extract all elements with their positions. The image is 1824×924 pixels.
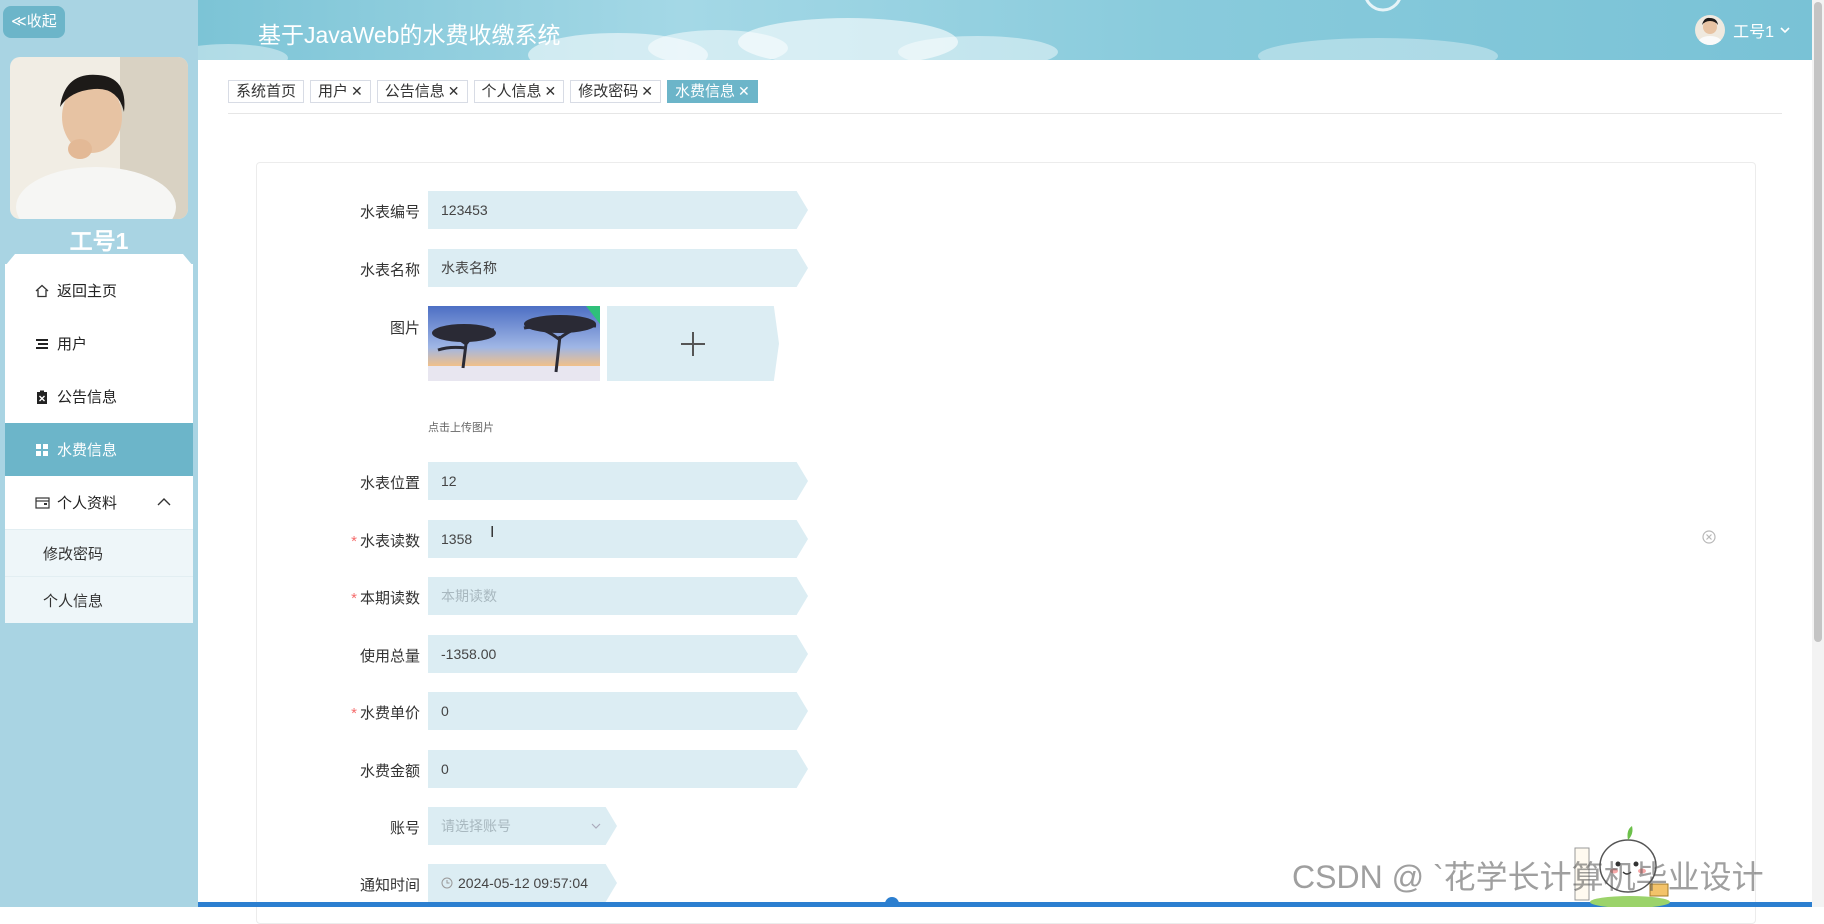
close-icon[interactable]: ✕ (641, 83, 653, 99)
sidebar-item-label: 水费信息 (57, 442, 118, 459)
tabs-divider (228, 113, 1782, 114)
clock-icon (441, 877, 453, 889)
wallet-icon (35, 496, 57, 510)
menu-cap-decoration (5, 254, 193, 266)
chevron-down-icon (1780, 26, 1790, 34)
header-avatar (1695, 15, 1726, 45)
plus-icon (681, 331, 705, 356)
tab-announcements[interactable]: 公告信息 ✕ (376, 80, 468, 103)
meter-name-input[interactable]: 水表名称 (428, 249, 808, 287)
vertical-scrollbar-thumb[interactable] (1814, 2, 1822, 642)
meter-location-label: 水表位置 (359, 475, 420, 492)
notify-time-value: 2024-05-12 09:57:04 (458, 875, 588, 891)
meter-no-label: 水表编号 (359, 204, 420, 221)
tab-home[interactable]: 系统首页 (228, 80, 305, 103)
tab-users[interactable]: 用户 ✕ (310, 80, 371, 103)
home-icon (35, 284, 57, 298)
user-avatar (10, 57, 188, 219)
close-icon[interactable]: ✕ (448, 83, 460, 99)
notify-time-label: 通知时间 (359, 877, 420, 894)
top-header: 基于JavaWeb的水费收缴系统 工号1 (198, 0, 1812, 60)
chevron-down-icon (591, 823, 601, 830)
close-icon[interactable]: ✕ (738, 83, 750, 99)
sidebar-item-water-fee[interactable]: 水费信息 (5, 423, 193, 476)
header-user-menu[interactable]: 工号1 (1695, 15, 1790, 45)
tab-label: 个人信息 (481, 83, 542, 100)
sidebar-subitem-personal-info[interactable]: 个人信息 (5, 576, 193, 623)
close-icon[interactable]: ✕ (545, 83, 557, 99)
total-usage-input[interactable]: -1358.00 (428, 635, 808, 673)
sidebar-item-label: 用户 (57, 336, 88, 353)
tab-label: 公告信息 (384, 83, 445, 100)
sidebar-item-announcements[interactable]: 公告信息 (5, 370, 193, 423)
list-icon (35, 337, 57, 351)
sidebar: ≪收起 工号1 返回主页 用户 公告信息 水费信息 个人资料 修改密码 个人信息 (0, 0, 198, 907)
meter-reading-input[interactable]: 1358 (428, 520, 808, 558)
text-cursor-icon: I (490, 524, 495, 541)
upload-image-button[interactable] (607, 306, 779, 381)
account-label: 账号 (389, 820, 420, 837)
current-reading-input[interactable]: 本期读数 (428, 577, 808, 615)
tab-change-password[interactable]: 修改密码 ✕ (570, 80, 662, 103)
total-usage-label: 使用总量 (359, 648, 420, 665)
sidebar-item-home[interactable]: 返回主页 (5, 264, 193, 317)
sidebar-subitem-change-password[interactable]: 修改密码 (5, 529, 193, 576)
app-title: 基于JavaWeb的水费收缴系统 (258, 22, 561, 48)
unit-price-input[interactable]: 0 (428, 692, 808, 730)
clear-icon[interactable] (1702, 530, 1716, 544)
notify-time-picker[interactable]: 2024-05-12 09:57:04 (428, 864, 617, 902)
scroll-handle[interactable] (884, 896, 900, 907)
collapse-sidebar-button[interactable]: ≪收起 (3, 6, 65, 38)
tab-label: 系统首页 (236, 83, 297, 100)
header-user-label: 工号1 (1733, 24, 1774, 41)
uploaded-image-thumbnail[interactable] (428, 306, 600, 381)
amount-label: 水费金额 (359, 763, 420, 780)
chevron-up-icon (157, 494, 171, 511)
sidebar-item-profile[interactable]: 个人资料 (5, 476, 193, 529)
image-label: 图片 (389, 320, 420, 337)
amount-input[interactable]: 0 (428, 750, 808, 788)
tabs-bar: 系统首页 用户 ✕ 公告信息 ✕ 个人信息 ✕ 修改密码 ✕ 水费信息 ✕ (228, 80, 758, 103)
current-reading-label: * 本期读数 (351, 590, 420, 607)
tab-label: 用户 (318, 83, 349, 100)
tab-personal-info[interactable]: 个人信息 ✕ (473, 80, 565, 103)
tab-label: 修改密码 (578, 83, 639, 100)
sidebar-item-label: 个人资料 (57, 495, 118, 512)
grid-icon (35, 443, 57, 457)
tab-water-fee[interactable]: 水费信息 ✕ (667, 80, 758, 103)
csdn-watermark: CSDN @ `花学长计算机毕业设计 (1292, 859, 1764, 895)
unit-price-label: * 水费单价 (351, 705, 420, 722)
tab-label: 水费信息 (675, 83, 736, 100)
clipboard-icon (35, 390, 57, 404)
account-select-placeholder: 请选择账号 (441, 818, 511, 834)
sidebar-item-label: 返回主页 (57, 283, 118, 300)
sidebar-menu: 返回主页 用户 公告信息 水费信息 个人资料 修改密码 个人信息 (5, 254, 193, 623)
account-select[interactable]: 请选择账号 (428, 807, 617, 845)
meter-reading-label: * 水表读数 (351, 533, 420, 550)
sidebar-item-users[interactable]: 用户 (5, 317, 193, 370)
sidebar-user-name: 工号1 (69, 228, 129, 254)
close-icon[interactable]: ✕ (351, 83, 363, 99)
sidebar-item-label: 公告信息 (57, 389, 118, 406)
meter-location-input[interactable]: 12 (428, 462, 808, 500)
meter-no-input[interactable]: 123453 (428, 191, 808, 229)
meter-name-label: 水表名称 (359, 262, 420, 279)
vertical-scrollbar[interactable] (1812, 0, 1824, 907)
upload-tip: 点击上传图片 (428, 422, 494, 434)
